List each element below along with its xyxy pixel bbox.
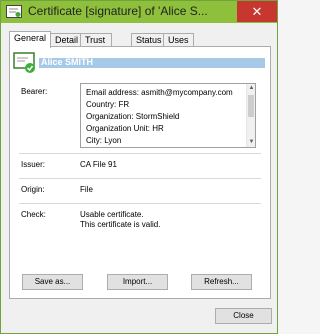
check-validity: This certificate is valid. (80, 220, 161, 229)
subject-name: Alice SMITH (41, 57, 94, 67)
issuer-value: CA File 91 (80, 160, 117, 169)
save-as-button[interactable]: Save as... (22, 274, 83, 290)
tab-detail[interactable]: Detail (50, 33, 84, 47)
scroll-thumb[interactable] (248, 95, 254, 117)
bearer-listbox[interactable]: Email address: asmith@mycompany.com Coun… (80, 83, 256, 148)
bearer-country: Country: FR (86, 100, 130, 109)
issuer-label: Issuer: (21, 160, 46, 169)
bearer-city: City: Lyon (86, 136, 122, 145)
separator (19, 153, 261, 154)
separator (19, 178, 261, 179)
tab-uses[interactable]: Uses (163, 33, 194, 47)
scroll-down-icon[interactable]: ▼ (247, 138, 255, 147)
origin-label: Origin: (21, 185, 45, 194)
import-button[interactable]: Import... (107, 274, 168, 290)
refresh-button[interactable]: Refresh... (191, 274, 252, 290)
separator (19, 203, 261, 204)
tab-general[interactable]: General (9, 31, 52, 48)
close-window-button[interactable]: ✕ (237, 1, 277, 22)
check-status: Usable certificate. (80, 210, 144, 219)
scroll-up-icon[interactable]: ▲ (247, 84, 255, 93)
close-button[interactable]: Close (215, 308, 272, 324)
certificate-window: Certificate [signature] of 'Alice S... ✕… (0, 0, 278, 334)
bearer-label: Bearer: (21, 87, 48, 96)
bearer-org-unit: Organization Unit: HR (86, 124, 164, 133)
bearer-scrollbar[interactable]: ▲ ▼ (246, 84, 255, 147)
origin-value: File (80, 185, 93, 194)
check-label: Check: (21, 210, 46, 219)
window-title: Certificate [signature] of 'Alice S... (28, 4, 208, 18)
bearer-organization: Organization: StormShield (86, 112, 180, 121)
tab-status[interactable]: Status (131, 33, 167, 47)
tab-trust-chain[interactable]: Trust chain (80, 33, 112, 57)
certificate-valid-icon (13, 51, 37, 75)
title-bar[interactable]: Certificate [signature] of 'Alice S... ✕ (1, 1, 277, 23)
certificate-icon (6, 5, 22, 18)
bearer-email: Email address: asmith@mycompany.com (86, 88, 233, 97)
